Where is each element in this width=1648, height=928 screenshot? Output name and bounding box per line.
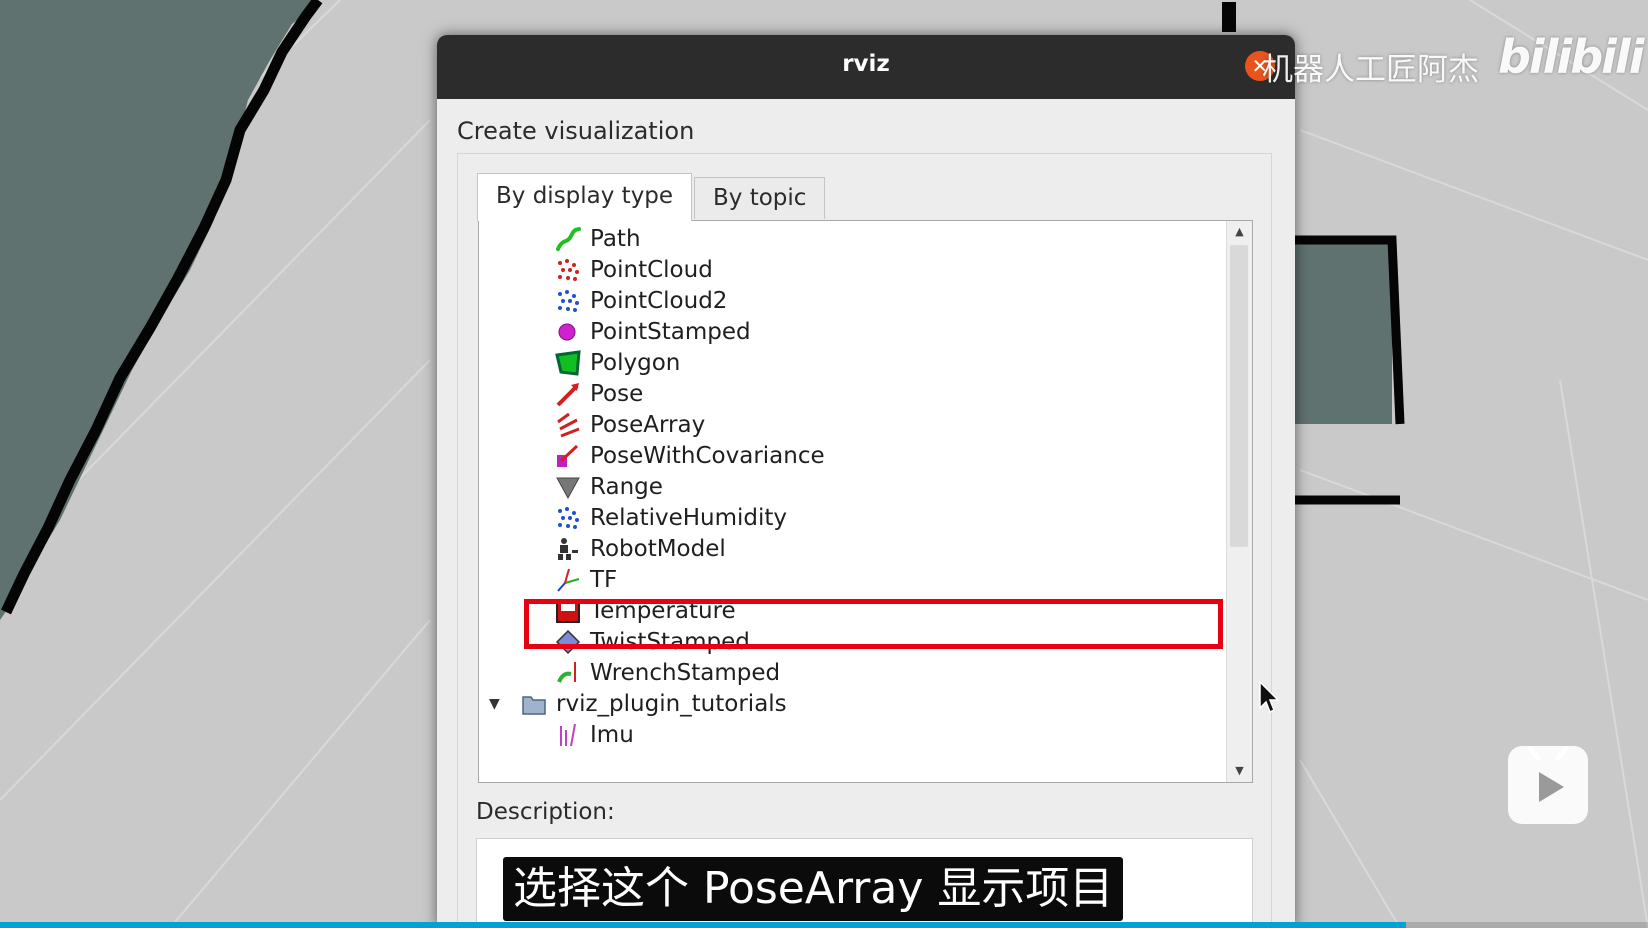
play-icon: [1527, 745, 1569, 802]
imu-icon: [560, 723, 576, 747]
description-label: Description:: [476, 799, 615, 825]
tf-icon: [557, 568, 580, 592]
pose-icon: [556, 383, 579, 407]
expand-arrow-icon[interactable]: ▼: [489, 689, 500, 720]
scroll-down-icon[interactable]: ▼: [1227, 760, 1252, 782]
create-visualization-dialog: rviz ✕ Create visualization By display t…: [437, 35, 1295, 928]
relativehumidity-icon: [558, 507, 579, 529]
pointcloud2-icon: [558, 290, 579, 312]
pointstamped-icon: [558, 323, 576, 341]
robotmodel-icon: [558, 538, 578, 560]
display-type-tree[interactable]: Path PointCloud PointCloud2 PointStamped…: [478, 220, 1253, 783]
video-progress-bar[interactable]: [0, 922, 1648, 928]
mouse-cursor-icon: [1259, 680, 1280, 714]
posearray-icon: [557, 412, 580, 438]
bilibili-logo: bilibili: [1498, 30, 1644, 84]
selection-highlight-box: [524, 599, 1223, 649]
dialog-heading: Create visualization: [457, 117, 695, 145]
path-icon: [556, 227, 581, 251]
play-button[interactable]: [1508, 745, 1588, 824]
range-icon: [556, 477, 580, 500]
posewithcovariance-icon: [557, 444, 579, 467]
tab-by-display-type[interactable]: By display type: [477, 173, 693, 221]
window-title: rviz: [842, 51, 890, 77]
tab-by-topic[interactable]: By topic: [694, 177, 826, 219]
polygon-icon: [555, 350, 581, 376]
dialog-titlebar[interactable]: rviz ✕: [437, 35, 1295, 99]
video-subtitle: 选择这个 PoseArray 显示项目: [503, 857, 1124, 921]
scrollbar-thumb[interactable]: [1230, 245, 1248, 547]
pointcloud-icon: [558, 259, 579, 281]
wrenchstamped-icon: [557, 662, 576, 683]
folder-icon: [522, 696, 546, 715]
scroll-up-icon[interactable]: ▲: [1227, 221, 1252, 243]
video-progress-fill: [0, 922, 1406, 928]
list-scrollbar[interactable]: ▲ ▼: [1226, 221, 1252, 782]
uploader-watermark: 机器人工匠阿杰: [1262, 52, 1479, 88]
